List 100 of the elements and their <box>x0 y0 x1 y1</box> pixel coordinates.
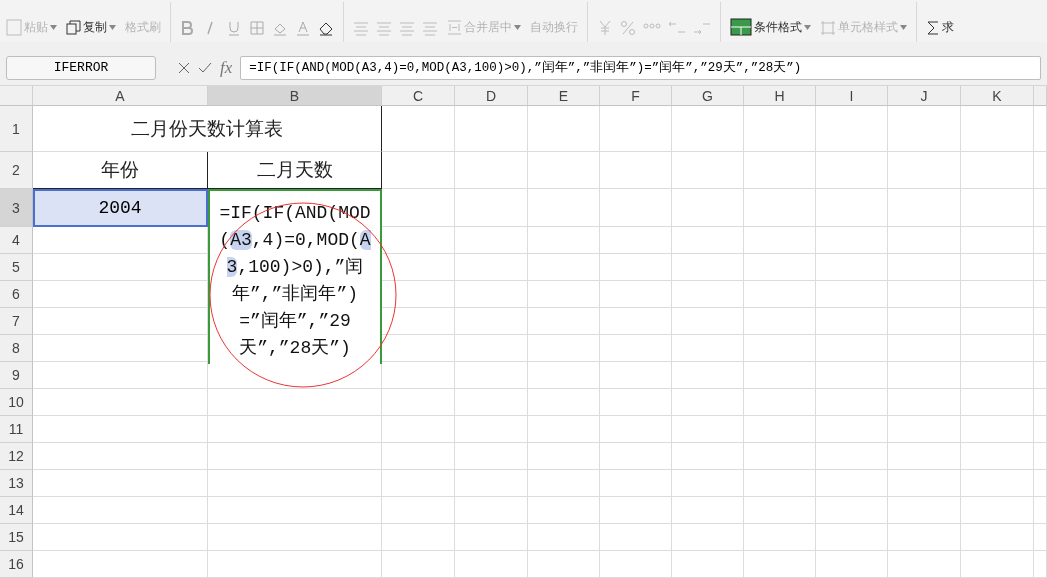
row-header[interactable]: 14 <box>0 497 33 524</box>
check-icon[interactable] <box>198 61 212 74</box>
grid-cell <box>1034 416 1047 443</box>
grid-cell <box>1034 524 1047 551</box>
currency-icon[interactable] <box>597 20 613 37</box>
row-header[interactable]: 9 <box>0 362 33 389</box>
grid-cell <box>744 152 816 189</box>
grid-cell <box>528 416 600 443</box>
row-header[interactable]: 1 <box>0 106 33 152</box>
grid-cell <box>528 362 600 389</box>
column-header[interactable]: A <box>33 86 208 106</box>
grid-cell <box>1034 281 1047 308</box>
grid-cell <box>816 152 888 189</box>
grid-cell <box>600 551 672 578</box>
column-header[interactable]: G <box>672 86 744 106</box>
grid-cell <box>672 335 744 362</box>
grid-cell <box>816 254 888 281</box>
grid-cell <box>672 443 744 470</box>
grid-cell <box>816 189 888 227</box>
grid-cell <box>672 308 744 335</box>
grid-cell <box>1034 152 1047 189</box>
row-header[interactable]: 6 <box>0 281 33 308</box>
decimal-decrease-icon[interactable] <box>693 20 711 37</box>
grid-cell <box>1034 189 1047 227</box>
column-header[interactable]: D <box>455 86 528 106</box>
percent-icon[interactable] <box>620 20 636 37</box>
align-right-icon[interactable] <box>399 22 415 37</box>
grid-cell <box>744 106 816 152</box>
grid-cell <box>672 189 744 227</box>
column-header[interactable] <box>1034 86 1047 106</box>
font-color-icon[interactable] <box>295 20 311 37</box>
grid-cell <box>1034 443 1047 470</box>
column-header[interactable]: K <box>961 86 1034 106</box>
row-header[interactable]: 15 <box>0 524 33 551</box>
column-header[interactable]: B <box>208 86 382 106</box>
grid-cell <box>528 152 600 189</box>
grid-cell <box>744 497 816 524</box>
table-icon <box>730 18 752 37</box>
ribbon-button[interactable]: 求 <box>926 19 954 37</box>
grid-cell <box>528 497 600 524</box>
grid-cell <box>528 470 600 497</box>
underline-icon[interactable] <box>226 20 242 37</box>
row-header[interactable]: 7 <box>0 308 33 335</box>
grid-cell <box>1034 389 1047 416</box>
column-header[interactable]: E <box>528 86 600 106</box>
bold-icon[interactable] <box>180 20 196 37</box>
border-icon[interactable] <box>249 20 265 37</box>
grid-cell <box>744 416 816 443</box>
row-header[interactable]: 11 <box>0 416 33 443</box>
justify-icon[interactable] <box>422 22 438 37</box>
grid-cell <box>528 551 600 578</box>
grid-cell <box>672 254 744 281</box>
grid-cell <box>528 106 600 152</box>
merge-icon <box>447 20 462 36</box>
grid-cell <box>672 389 744 416</box>
grid-cell <box>672 416 744 443</box>
row-header[interactable]: 8 <box>0 335 33 362</box>
name-box[interactable]: IFERROR <box>6 55 156 80</box>
ribbon-button[interactable]: 条件格式 <box>730 18 811 37</box>
row-header[interactable]: 13 <box>0 470 33 497</box>
grid-cell <box>672 470 744 497</box>
grid-cell <box>744 470 816 497</box>
grid-cell <box>816 551 888 578</box>
row-header[interactable]: 16 <box>0 551 33 578</box>
column-header[interactable]: H <box>744 86 816 106</box>
row-header[interactable]: 2 <box>0 152 33 189</box>
row-header[interactable]: 10 <box>0 389 33 416</box>
grid-cell <box>816 308 888 335</box>
grid-cell <box>1034 335 1047 362</box>
cancel-icon[interactable] <box>178 61 190 74</box>
formula-field[interactable]: =IF(IF(AND(MOD(A3,4)=0,MOD(A3,100)>0),”闰年”,”非闰年”)=”闰年”,”29天”,”28天”) <box>240 55 1041 80</box>
grid-cell <box>1034 362 1047 389</box>
align-center-icon[interactable] <box>376 22 392 37</box>
insert-function-button[interactable]: fx <box>220 57 233 78</box>
row-header[interactable]: 12 <box>0 443 33 470</box>
column-header[interactable]: I <box>816 86 888 106</box>
grid-cell <box>816 416 888 443</box>
grid-cell <box>528 281 600 308</box>
ribbon-button[interactable]: 复制 <box>66 19 116 37</box>
grid-cell <box>600 152 672 189</box>
grid-cell <box>528 389 600 416</box>
grid-cell <box>672 362 744 389</box>
row-header[interactable]: 5 <box>0 254 33 281</box>
cell-style-icon <box>820 19 836 36</box>
column-header[interactable]: C <box>382 86 455 106</box>
column-header[interactable]: F <box>600 86 672 106</box>
grid-cell <box>816 389 888 416</box>
row-header[interactable]: 3 <box>0 189 33 227</box>
grid-cell <box>600 227 672 254</box>
select-all-corner[interactable] <box>0 86 33 106</box>
grid-cell <box>528 335 600 362</box>
grid-cell <box>744 189 816 227</box>
eraser-icon[interactable] <box>318 20 334 37</box>
row-header[interactable]: 4 <box>0 227 33 254</box>
column-header[interactable]: J <box>888 86 961 106</box>
grid-cell <box>744 281 816 308</box>
grid-cell <box>600 335 672 362</box>
align-left-icon[interactable] <box>353 22 369 37</box>
grid-cell <box>672 152 744 189</box>
grid-cell <box>600 389 672 416</box>
